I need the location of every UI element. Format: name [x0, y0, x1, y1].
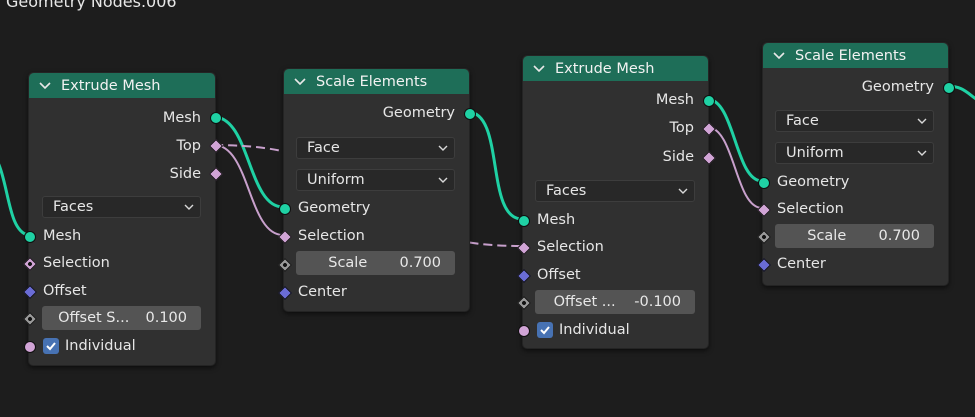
- geometry-input-label: Geometry: [298, 200, 371, 216]
- scale-mode-value: Uniform: [786, 145, 844, 161]
- mesh-output-label: Mesh: [162, 110, 201, 126]
- selection-input-label: Selection: [43, 255, 110, 271]
- chevron-down-icon: [438, 145, 448, 151]
- node-title: Extrude Mesh: [61, 77, 161, 94]
- offset-scale-field[interactable]: Offset S... 0.100: [42, 306, 201, 330]
- scale-field[interactable]: Scale 0.700: [775, 224, 934, 248]
- geometry-output-socket[interactable]: [943, 82, 955, 94]
- offset-scale-label: Offset S...: [58, 310, 130, 326]
- offset-scale-field[interactable]: Offset ... -0.100: [535, 290, 695, 314]
- extrude-mesh-node[interactable]: Extrude Mesh Mesh Top Side Faces Mesh Se…: [516, 55, 717, 349]
- chevron-down-icon: [917, 118, 927, 124]
- mode-value: Faces: [546, 183, 587, 199]
- scale-field[interactable]: Scale 0.700: [296, 251, 455, 275]
- node-header[interactable]: Scale Elements: [763, 43, 948, 68]
- scale-elements-node[interactable]: Scale Elements Geometry Face Uniform Geo…: [277, 68, 476, 312]
- geometry-output-label: Geometry: [861, 79, 934, 95]
- center-input-label: Center: [777, 256, 826, 272]
- chevron-down-icon[interactable]: [531, 61, 547, 77]
- node-title: Scale Elements: [795, 47, 907, 64]
- individual-label: Individual: [559, 322, 630, 338]
- chevron-down-icon: [917, 150, 927, 156]
- node-header[interactable]: Extrude Mesh: [29, 73, 215, 98]
- scale-mode-value: Uniform: [307, 172, 365, 188]
- mode-dropdown[interactable]: Faces: [42, 196, 201, 218]
- chevron-down-icon[interactable]: [37, 78, 53, 94]
- mesh-input-label: Mesh: [43, 228, 82, 244]
- extrude-mesh-node[interactable]: Extrude Mesh Mesh Top Side Faces Mesh Se…: [22, 72, 224, 366]
- individual-label: Individual: [65, 338, 136, 354]
- geometry-link: [467, 110, 523, 221]
- scale-label: Scale: [328, 255, 368, 271]
- side-output-label: Side: [662, 149, 694, 165]
- scale-mode-dropdown[interactable]: Uniform: [296, 169, 455, 191]
- mesh-output-label: Mesh: [655, 92, 694, 108]
- scale-value: 0.700: [878, 228, 920, 244]
- chevron-down-icon: [678, 188, 688, 194]
- scale-value: 0.700: [399, 255, 441, 271]
- offset-input-label: Offset: [43, 283, 87, 299]
- domain-value: Face: [307, 140, 340, 156]
- mesh-output-socket[interactable]: [703, 95, 715, 107]
- geometry-input-label: Geometry: [777, 174, 850, 190]
- side-output-label: Side: [169, 166, 201, 182]
- offset-input-label: Offset: [537, 267, 581, 283]
- selection-input-label: Selection: [537, 239, 604, 255]
- node-header[interactable]: Extrude Mesh: [523, 56, 708, 81]
- offset-scale-label: Offset ...: [553, 294, 616, 310]
- checkmark-icon: [46, 342, 56, 351]
- selection-input-label: Selection: [777, 201, 844, 217]
- node-title: Scale Elements: [316, 73, 428, 90]
- center-input-label: Center: [298, 284, 347, 300]
- chevron-down-icon: [184, 204, 194, 210]
- geometry-link: [213, 115, 284, 209]
- node-tree-title: Geometry Nodes.006: [6, 0, 177, 11]
- mesh-output-socket[interactable]: [210, 112, 222, 124]
- domain-dropdown[interactable]: Face: [775, 110, 934, 132]
- geometry-link: [0, 163, 29, 237]
- selection-input-label: Selection: [298, 228, 365, 244]
- mesh-input-label: Mesh: [537, 212, 576, 228]
- checkmark-icon: [540, 326, 550, 335]
- domain-dropdown[interactable]: Face: [296, 137, 455, 159]
- scale-label: Scale: [807, 228, 847, 244]
- node-header[interactable]: Scale Elements: [284, 69, 469, 94]
- scale-mode-dropdown[interactable]: Uniform: [775, 142, 934, 164]
- top-output-label: Top: [669, 120, 694, 136]
- node-title: Extrude Mesh: [555, 60, 655, 77]
- individual-checkbox[interactable]: [537, 322, 553, 338]
- offset-scale-value: -0.100: [634, 294, 681, 310]
- geometry-output-socket[interactable]: [464, 108, 476, 120]
- individual-checkbox[interactable]: [43, 338, 59, 354]
- mode-dropdown[interactable]: Faces: [535, 180, 695, 202]
- scale-elements-node[interactable]: Scale Elements Geometry Face Uniform Geo…: [756, 42, 955, 286]
- chevron-down-icon[interactable]: [771, 48, 787, 64]
- domain-value: Face: [786, 113, 819, 129]
- top-output-label: Top: [176, 138, 201, 154]
- offset-scale-value: 0.100: [145, 310, 187, 326]
- chevron-down-icon: [438, 177, 448, 183]
- mode-value: Faces: [53, 199, 94, 215]
- geometry-output-label: Geometry: [382, 105, 455, 121]
- chevron-down-icon[interactable]: [292, 74, 308, 90]
